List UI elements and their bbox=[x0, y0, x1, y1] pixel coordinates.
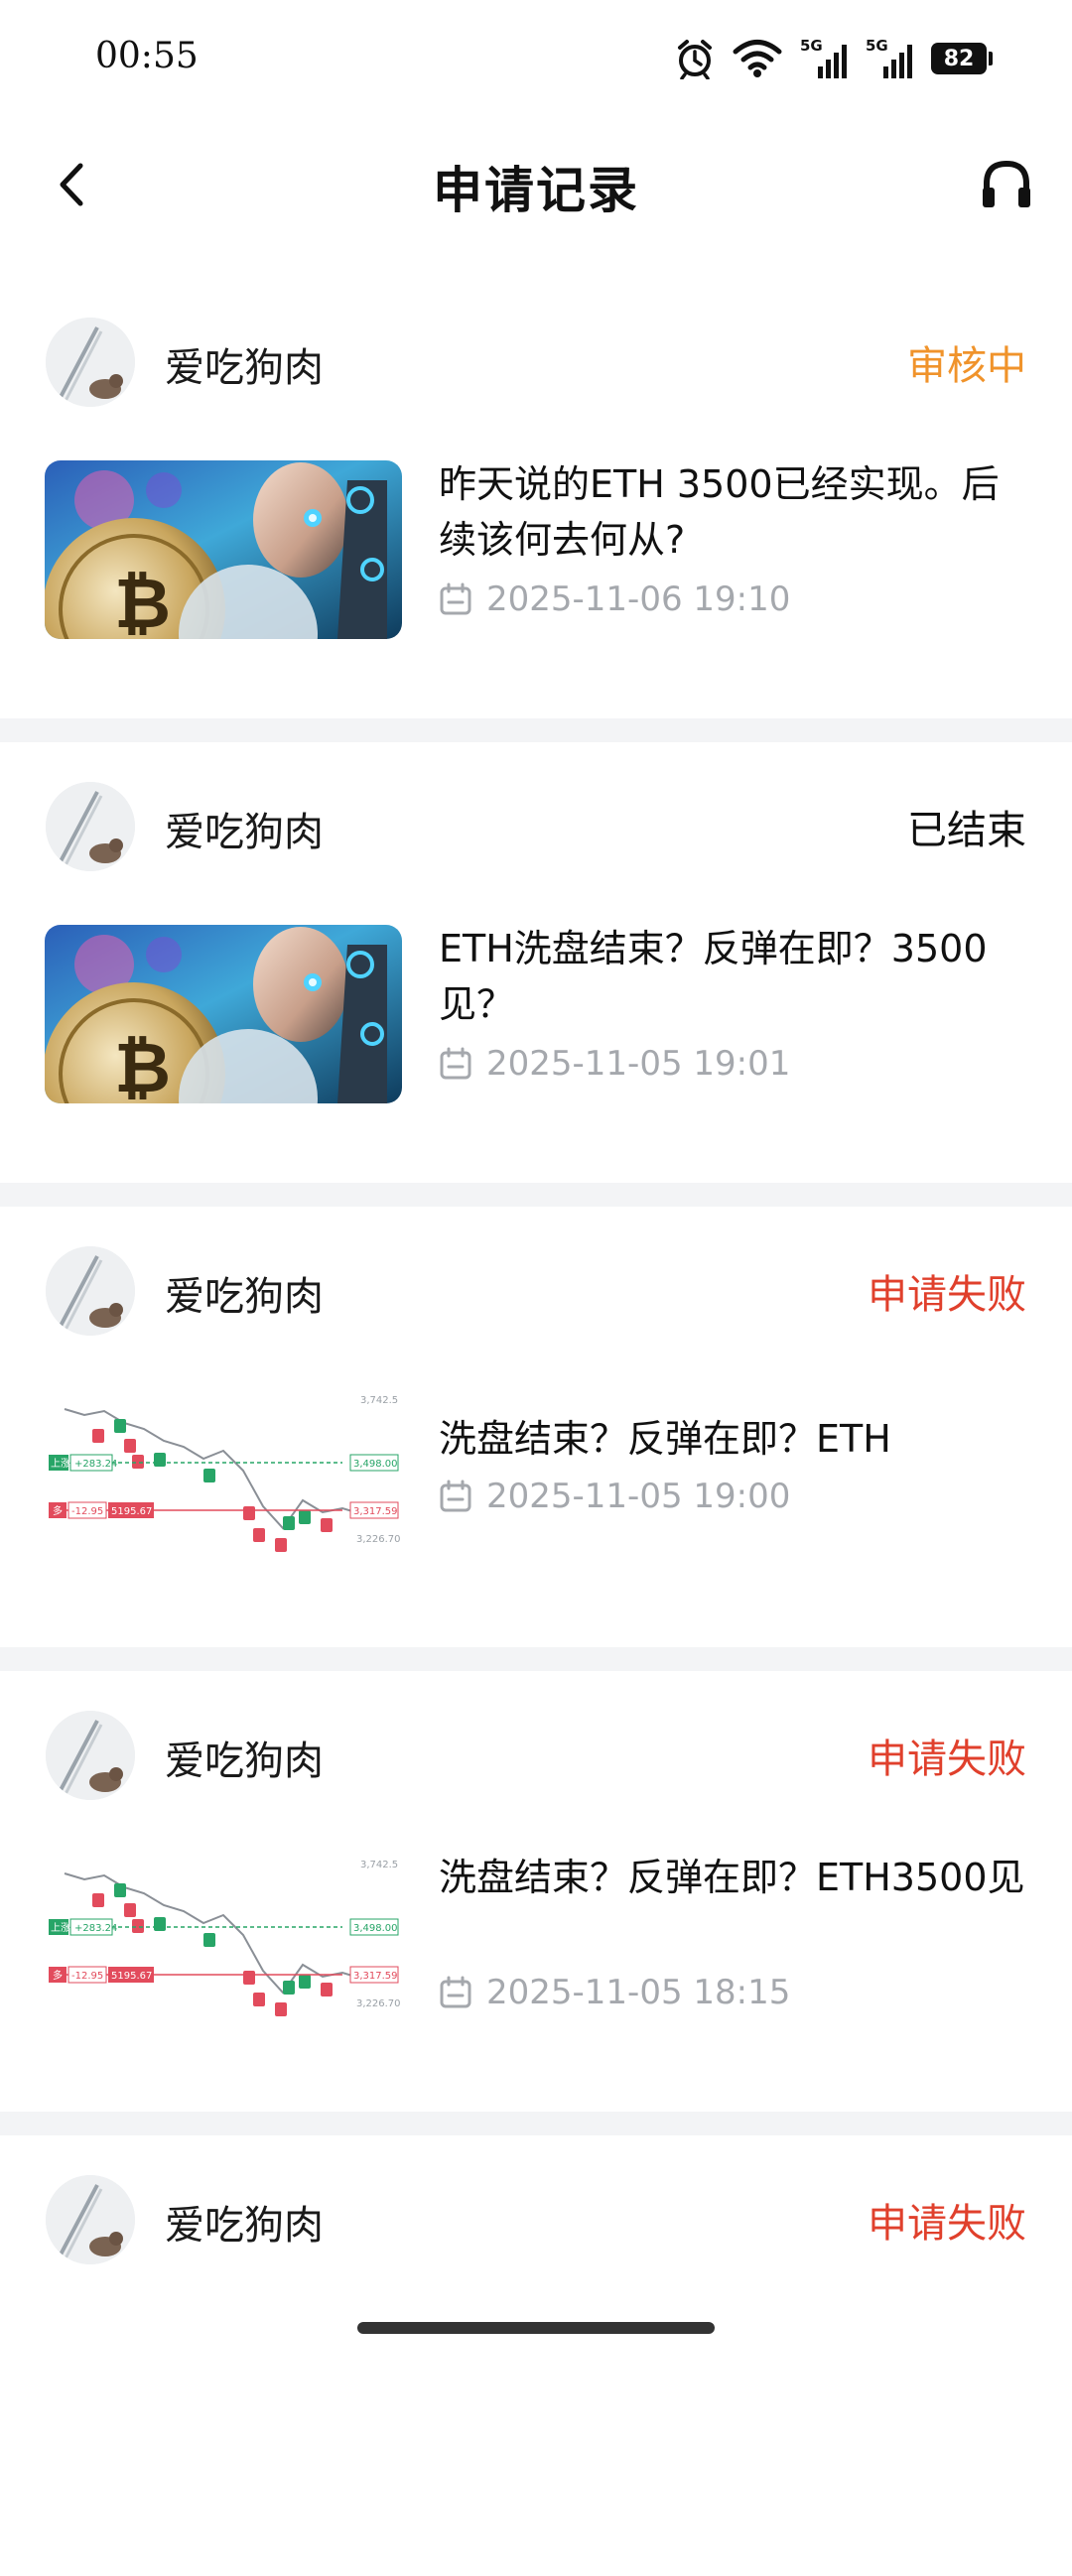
chart-red-sub: 5195.67 bbox=[111, 1971, 152, 1982]
chart-low-price: 3,226.70 bbox=[356, 1534, 401, 1545]
chart-red-value: -12.95 bbox=[71, 1971, 103, 1982]
record-card[interactable]: 爱吃狗肉 申请失败 bbox=[0, 1207, 1072, 1647]
alarm-icon bbox=[675, 38, 715, 79]
date-row: 2025-11-05 19:01 bbox=[439, 1044, 790, 1084]
post-title: 昨天说的ETH 3500已经实现。后续该何去何从? bbox=[439, 462, 1000, 562]
status-badge: 申请失败 bbox=[868, 1272, 1026, 1318]
calendar-icon bbox=[440, 582, 471, 615]
home-indicator[interactable] bbox=[357, 2322, 715, 2334]
chart-red-tag: 多 bbox=[53, 1969, 63, 1982]
divider bbox=[0, 2112, 1072, 2135]
thumbnail-candlestick-chart: 上涨 +283.24 多 -12.95 5195.67 3,742.5 3,49… bbox=[45, 1389, 402, 1588]
nav-header: 申请记录 bbox=[0, 109, 1072, 258]
chart-green-price: 3,498.00 bbox=[353, 1923, 398, 1934]
divider bbox=[0, 718, 1072, 742]
thumbnail-bitcoin-robot: ₿ bbox=[45, 460, 402, 639]
status-badge: 申请失败 bbox=[868, 2201, 1026, 2247]
battery-icon: 82 bbox=[931, 43, 993, 74]
svg-text:₿: ₿ bbox=[114, 563, 171, 639]
post-title: 洗盘结束？反弹在即？ETH bbox=[439, 1417, 891, 1461]
post-date: 2025-11-06 19:10 bbox=[486, 580, 791, 619]
avatar bbox=[46, 782, 135, 871]
avatar bbox=[46, 2175, 135, 2264]
avatar bbox=[46, 1711, 135, 1800]
divider bbox=[0, 1183, 1072, 1207]
username: 爱吃狗肉 bbox=[165, 810, 324, 855]
signal-icon: 5G bbox=[800, 37, 848, 80]
post-title: ETH洗盘结束？反弹在即？3500见？ bbox=[439, 927, 988, 1026]
battery-level: 82 bbox=[931, 43, 987, 74]
chart-low-price: 3,226.70 bbox=[356, 1998, 401, 2009]
chart-green-tag: 上涨 bbox=[51, 1458, 70, 1470]
post-date: 2025-11-05 19:00 bbox=[486, 1477, 791, 1516]
divider bbox=[0, 1647, 1072, 1671]
chart-green-value: +283.24 bbox=[74, 1459, 117, 1470]
avatar bbox=[46, 318, 135, 407]
calendar-icon bbox=[440, 1047, 471, 1080]
calendar-icon bbox=[440, 1976, 471, 2008]
post-date: 2025-11-05 18:15 bbox=[486, 1973, 791, 2012]
username: 爱吃狗肉 bbox=[165, 345, 324, 391]
record-card[interactable]: 爱吃狗肉 已结束 ₿ ETH洗盘结束？反弹在即？3500见？ 2025-11-0… bbox=[0, 742, 1072, 1183]
chart-red-sub: 5195.67 bbox=[111, 1506, 152, 1517]
record-card[interactable]: 爱吃狗肉 申请失败 bbox=[0, 2135, 1072, 2576]
status-badge: 已结束 bbox=[907, 808, 1026, 853]
date-row: 2025-11-05 18:15 bbox=[439, 1973, 790, 2012]
post-title: 洗盘结束？反弹在即？ETH3500见 bbox=[439, 1856, 1025, 1899]
wifi-icon bbox=[733, 39, 782, 78]
status-icons: 5G 5G 82 bbox=[675, 34, 993, 83]
avatar bbox=[46, 1246, 135, 1336]
status-time: 00:55 bbox=[95, 36, 199, 76]
chart-red-price: 3,317.59 bbox=[353, 1506, 398, 1517]
page-title: 申请记录 bbox=[433, 162, 639, 219]
signal-icon-2: 5G bbox=[866, 37, 913, 80]
date-row: 2025-11-05 19:00 bbox=[439, 1477, 790, 1516]
username: 爱吃狗肉 bbox=[165, 2203, 324, 2249]
chart-top-price: 3,742.5 bbox=[360, 1860, 398, 1870]
chart-red-value: -12.95 bbox=[71, 1506, 103, 1517]
record-list: 爱吃狗肉 审核中 ₿ 昨天说的ETH 3500已经实现。后续该何去何从? 202… bbox=[0, 278, 1072, 2576]
thumbnail-bitcoin-robot: ₿ bbox=[45, 925, 402, 1103]
record-card[interactable]: 爱吃狗肉 审核中 ₿ 昨天说的ETH 3500已经实现。后续该何去何从? 202… bbox=[0, 278, 1072, 718]
date-row: 2025-11-06 19:10 bbox=[439, 580, 790, 619]
svg-text:₿: ₿ bbox=[114, 1027, 171, 1103]
chart-green-value: +283.24 bbox=[74, 1923, 117, 1934]
headset-icon[interactable] bbox=[977, 153, 1036, 216]
status-badge: 审核中 bbox=[907, 343, 1026, 389]
post-date: 2025-11-05 19:01 bbox=[486, 1044, 791, 1084]
calendar-icon bbox=[440, 1480, 471, 1512]
chart-red-tag: 多 bbox=[53, 1504, 63, 1517]
chart-green-tag: 上涨 bbox=[51, 1922, 70, 1934]
record-card[interactable]: 爱吃狗肉 申请失败 bbox=[0, 1671, 1072, 2112]
chart-green-price: 3,498.00 bbox=[353, 1459, 398, 1470]
username: 爱吃狗肉 bbox=[165, 1739, 324, 1784]
username: 爱吃狗肉 bbox=[165, 1274, 324, 1320]
status-badge: 申请失败 bbox=[868, 1737, 1026, 1782]
chart-red-price: 3,317.59 bbox=[353, 1971, 398, 1982]
thumbnail-candlestick-chart: 上涨 +283.24 多 -12.95 5195.67 3,742.5 3,49… bbox=[45, 1854, 402, 2052]
status-bar: 00:55 5G 5G 82 bbox=[0, 0, 1072, 109]
chart-top-price: 3,742.5 bbox=[360, 1395, 398, 1406]
